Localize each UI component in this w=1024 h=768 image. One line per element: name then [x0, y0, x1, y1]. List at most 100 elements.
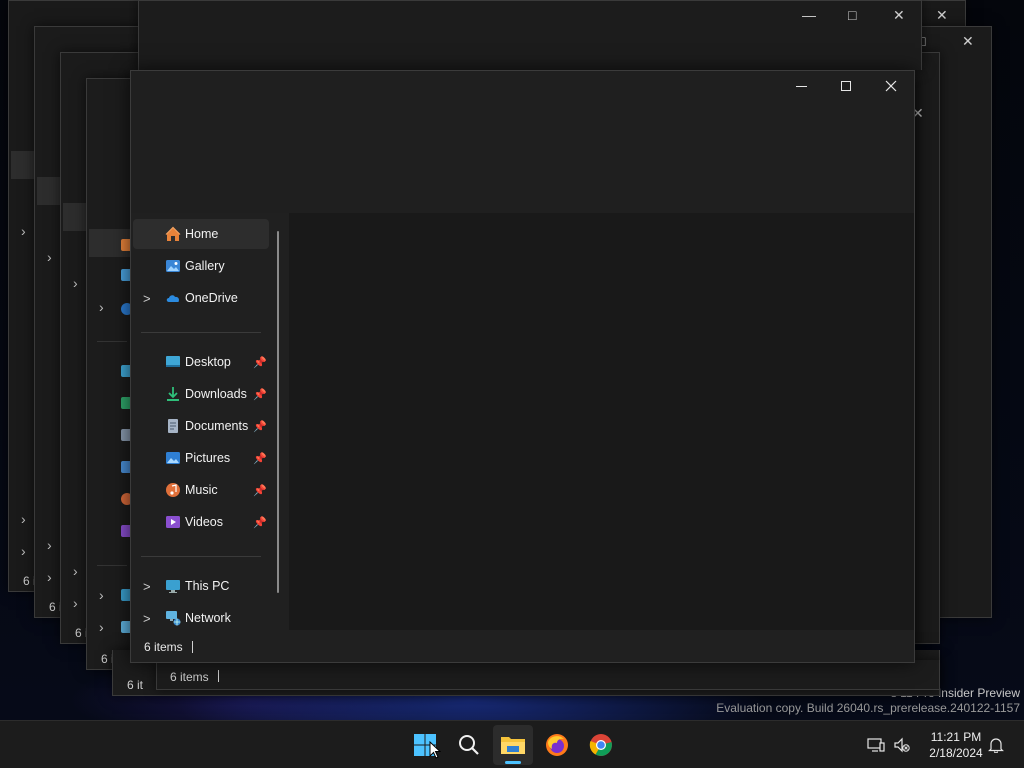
music-folder-icon [166, 483, 180, 497]
volume-muted-tray-icon[interactable] [892, 735, 912, 755]
ghost-chevron[interactable]: › [21, 511, 26, 527]
videos-folder-icon [166, 516, 180, 528]
onedrive-icon [166, 295, 180, 302]
ghost-maximize-icon[interactable]: □ [848, 7, 856, 23]
nav-label: Pictures [185, 451, 231, 465]
nav-label: Videos [185, 515, 223, 529]
nav-label: Desktop [185, 355, 231, 369]
nav-item-music[interactable]: Music 📌 [133, 475, 269, 505]
nav-item-documents[interactable]: Documents 📌 [133, 411, 269, 441]
ghost-separator [97, 341, 127, 342]
active-app-indicator [505, 761, 521, 764]
item-count: 6 items [144, 640, 183, 654]
network-tray-icon[interactable] [866, 735, 886, 755]
pin-icon[interactable]: 📌 [253, 356, 267, 369]
clock-date: 2/18/2024 [929, 746, 983, 760]
ghost-close-icon[interactable]: ✕ [962, 33, 974, 50]
maximize-button[interactable] [823, 71, 869, 101]
chrome-icon [589, 734, 612, 756]
pin-icon[interactable]: 📌 [253, 484, 267, 497]
documents-folder-icon [168, 419, 178, 433]
chrome-taskbar-button[interactable] [581, 725, 621, 765]
firefox-icon [546, 734, 568, 756]
ghost-minimize-icon[interactable]: — [802, 7, 816, 23]
nav-label: Home [185, 227, 219, 241]
volume-muted-icon [894, 737, 910, 753]
nav-scrollbar[interactable] [277, 231, 279, 593]
desktop-folder-icon [166, 356, 180, 367]
display-icon [867, 738, 885, 752]
ghost-chevron[interactable]: › [21, 223, 26, 239]
gallery-icon [166, 260, 180, 272]
mouse-cursor-icon [429, 741, 441, 759]
pin-icon[interactable]: 📌 [253, 452, 267, 465]
ghost-status-divider [218, 670, 219, 682]
nav-item-gallery[interactable]: Gallery [133, 251, 269, 281]
nav-label: Music [185, 483, 218, 497]
ghost-titlebar-top[interactable]: — □ ✕ [138, 0, 922, 70]
title-bar[interactable] [131, 71, 914, 213]
downloads-folder-icon [167, 387, 179, 401]
pin-icon[interactable]: 📌 [253, 388, 267, 401]
file-explorer-icon [501, 737, 525, 754]
ghost-chevron[interactable]: › [99, 299, 104, 315]
nav-label: Documents [185, 419, 249, 433]
start-button[interactable] [405, 725, 445, 765]
nav-item-network[interactable]: > Network [133, 603, 269, 633]
nav-item-downloads[interactable]: Downloads 📌 [133, 379, 269, 409]
file-explorer-window[interactable]: Home Gallery > OneDrive Desktop 📌 Downlo… [130, 70, 915, 663]
nav-item-videos[interactable]: Videos 📌 [133, 507, 269, 537]
nav-item-desktop[interactable]: Desktop 📌 [133, 347, 269, 377]
system-clock[interactable]: 11:21 PM 2/18/2024 [918, 729, 994, 761]
nav-label: OneDrive [185, 291, 238, 305]
taskbar[interactable]: 11:21 PM 2/18/2024 [0, 720, 1024, 768]
network-icon [166, 611, 181, 626]
file-explorer-taskbar-button[interactable] [493, 725, 533, 765]
ghost-chevron[interactable]: › [99, 619, 104, 635]
nav-label: This PC [185, 579, 230, 593]
watermark-build: Evaluation copy. Build 26040.rs_prerelea… [716, 701, 1020, 715]
ghost-close-icon[interactable]: ✕ [936, 7, 948, 24]
ghost-status: 6 items [170, 670, 209, 684]
ghost-chevron[interactable]: › [47, 569, 52, 585]
nav-item-onedrive[interactable]: > OneDrive [133, 283, 269, 313]
status-bar: 6 items [131, 632, 914, 662]
home-icon [165, 226, 181, 241]
navigation-pane[interactable]: Home Gallery > OneDrive Desktop 📌 Downlo… [131, 219, 283, 639]
expand-chevron-icon[interactable]: > [143, 579, 151, 594]
ghost-chevron[interactable]: › [73, 595, 78, 611]
ghost-close-icon[interactable]: ✕ [893, 7, 905, 24]
ghost-window-6[interactable]: 6 items [156, 660, 940, 690]
nav-item-pictures[interactable]: Pictures 📌 [133, 443, 269, 473]
ghost-chevron[interactable]: › [21, 543, 26, 559]
this-pc-icon [166, 580, 180, 593]
nav-label: Downloads [185, 387, 247, 401]
search-button[interactable] [449, 725, 489, 765]
ghost-status: 6 it [127, 678, 144, 692]
ghost-chevron[interactable]: › [47, 537, 52, 553]
notifications-button[interactable] [986, 735, 1006, 755]
ghost-chevron[interactable]: › [73, 275, 78, 291]
nav-label: Network [185, 611, 231, 625]
file-list-pane[interactable] [289, 213, 914, 630]
close-button[interactable] [868, 71, 914, 101]
expand-chevron-icon[interactable]: > [143, 611, 151, 626]
close-icon [885, 80, 897, 92]
ghost-chevron[interactable]: › [47, 249, 52, 265]
nav-item-home[interactable]: Home [133, 219, 269, 249]
nav-separator [141, 556, 261, 557]
ghost-separator [97, 565, 127, 566]
search-icon [459, 735, 479, 755]
bell-icon [988, 738, 1004, 753]
ghost-chevron[interactable]: › [73, 563, 78, 579]
clock-time: 11:21 PM [930, 730, 982, 744]
expand-chevron-icon[interactable]: > [143, 291, 151, 306]
pin-icon[interactable]: 📌 [253, 516, 267, 529]
nav-item-this-pc[interactable]: > This PC [133, 571, 269, 601]
status-divider [192, 641, 193, 653]
ghost-chevron[interactable]: › [99, 587, 104, 603]
pin-icon[interactable]: 📌 [253, 420, 267, 433]
firefox-taskbar-button[interactable] [537, 725, 577, 765]
nav-separator [141, 332, 261, 333]
minimize-button[interactable] [778, 71, 824, 101]
